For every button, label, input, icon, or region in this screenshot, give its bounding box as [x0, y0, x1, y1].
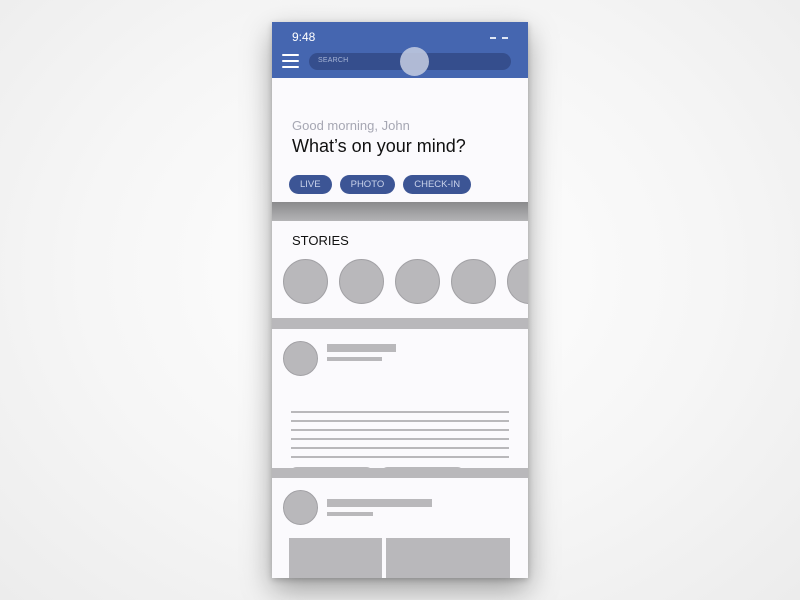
post-author-avatar[interactable] — [283, 490, 318, 525]
post-meta-placeholder — [327, 512, 373, 516]
story-avatar[interactable] — [283, 259, 328, 304]
phone-screen: 9:48 SEARCH Good morning, John What’s on… — [272, 22, 528, 578]
story-avatar[interactable] — [451, 259, 496, 304]
greeting-text: Good morning, John — [292, 118, 410, 133]
app-bar: 9:48 SEARCH — [272, 22, 528, 78]
feed-post — [272, 329, 528, 480]
story-avatar[interactable] — [507, 259, 528, 304]
search-placeholder: SEARCH — [318, 57, 349, 64]
post-author-avatar[interactable] — [283, 341, 318, 376]
signal-dashes-icon — [490, 37, 508, 39]
photo-button[interactable]: PHOTO — [339, 175, 396, 194]
post-text-line — [291, 438, 509, 440]
stories-section: STORIES — [272, 221, 528, 318]
post-text-line — [291, 447, 509, 449]
post-author-name-placeholder — [327, 344, 396, 352]
compose-card: Good morning, John What’s on your mind? … — [272, 78, 528, 202]
live-button[interactable]: LIVE — [289, 175, 332, 194]
stories-title: STORIES — [292, 233, 349, 248]
story-avatar[interactable] — [339, 259, 384, 304]
story-avatar[interactable] — [395, 259, 440, 304]
compose-prompt[interactable]: What’s on your mind? — [292, 136, 466, 157]
hamburger-menu-icon[interactable] — [282, 54, 299, 68]
post-text-line — [291, 429, 509, 431]
post-text-line — [291, 411, 509, 413]
post-text-line — [291, 456, 509, 458]
post-meta-placeholder — [327, 357, 382, 361]
touch-indicator — [400, 47, 429, 76]
status-time: 9:48 — [292, 30, 316, 44]
post-image[interactable] — [386, 538, 510, 578]
post-author-name-placeholder — [327, 499, 432, 507]
compose-actions: LIVE PHOTO CHECK-IN — [289, 175, 472, 194]
feed-post — [272, 478, 528, 578]
post-text-line — [291, 420, 509, 422]
section-divider — [272, 202, 528, 221]
post-image[interactable] — [289, 538, 382, 578]
check-in-button[interactable]: CHECK-IN — [403, 175, 472, 194]
